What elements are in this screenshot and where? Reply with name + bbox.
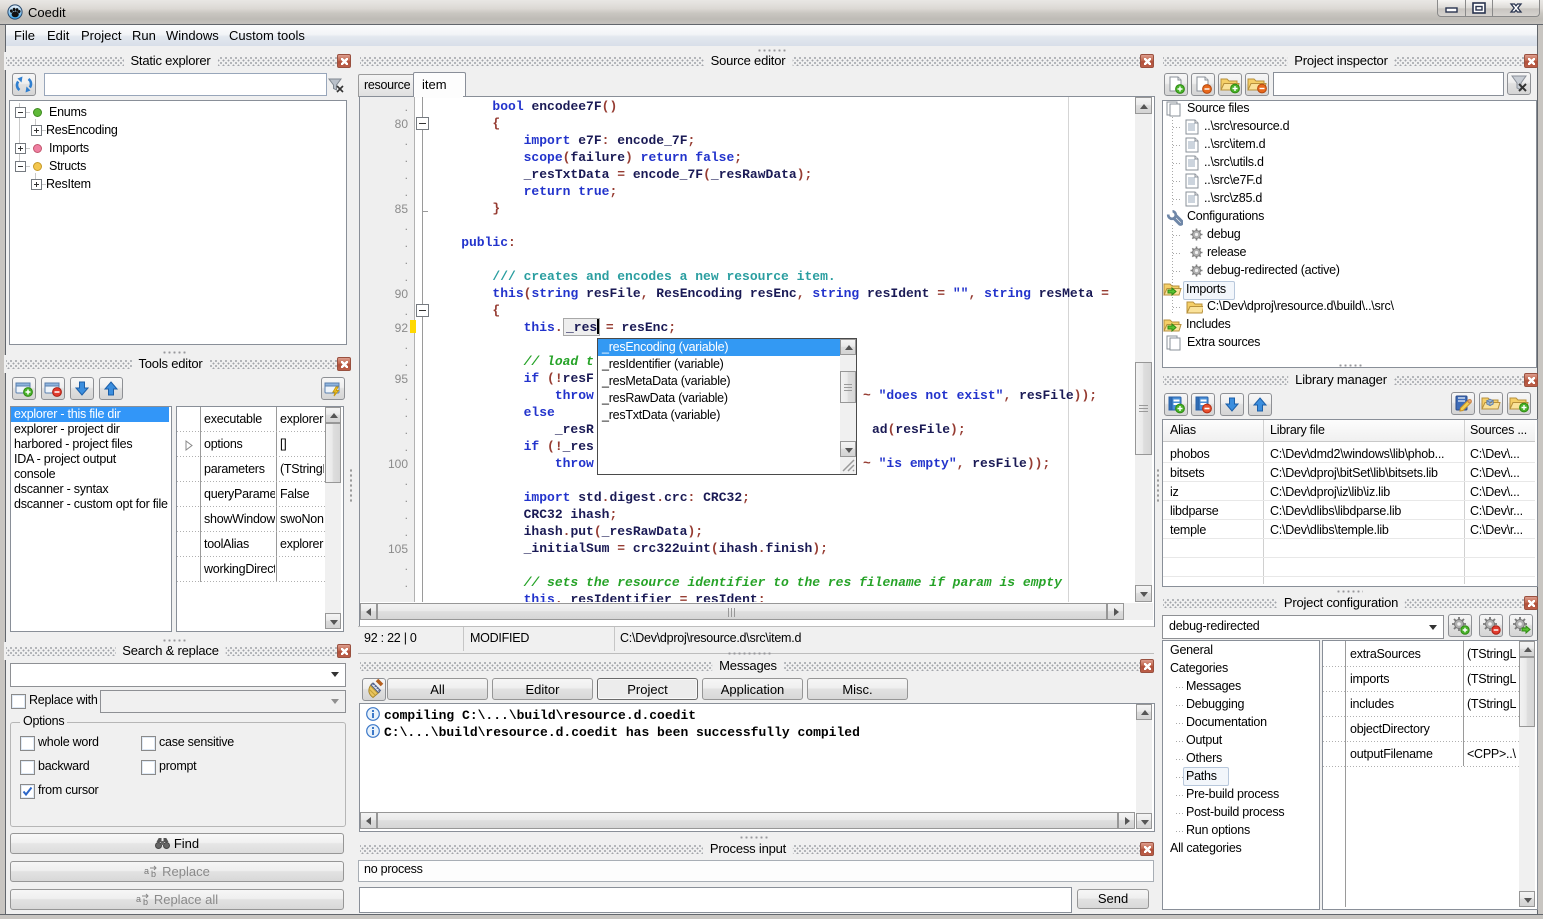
svg-text:b: b bbox=[143, 897, 148, 906]
svg-text:a: a bbox=[144, 866, 149, 876]
svg-text:b: b bbox=[151, 869, 156, 878]
svg-text:a: a bbox=[136, 894, 141, 904]
